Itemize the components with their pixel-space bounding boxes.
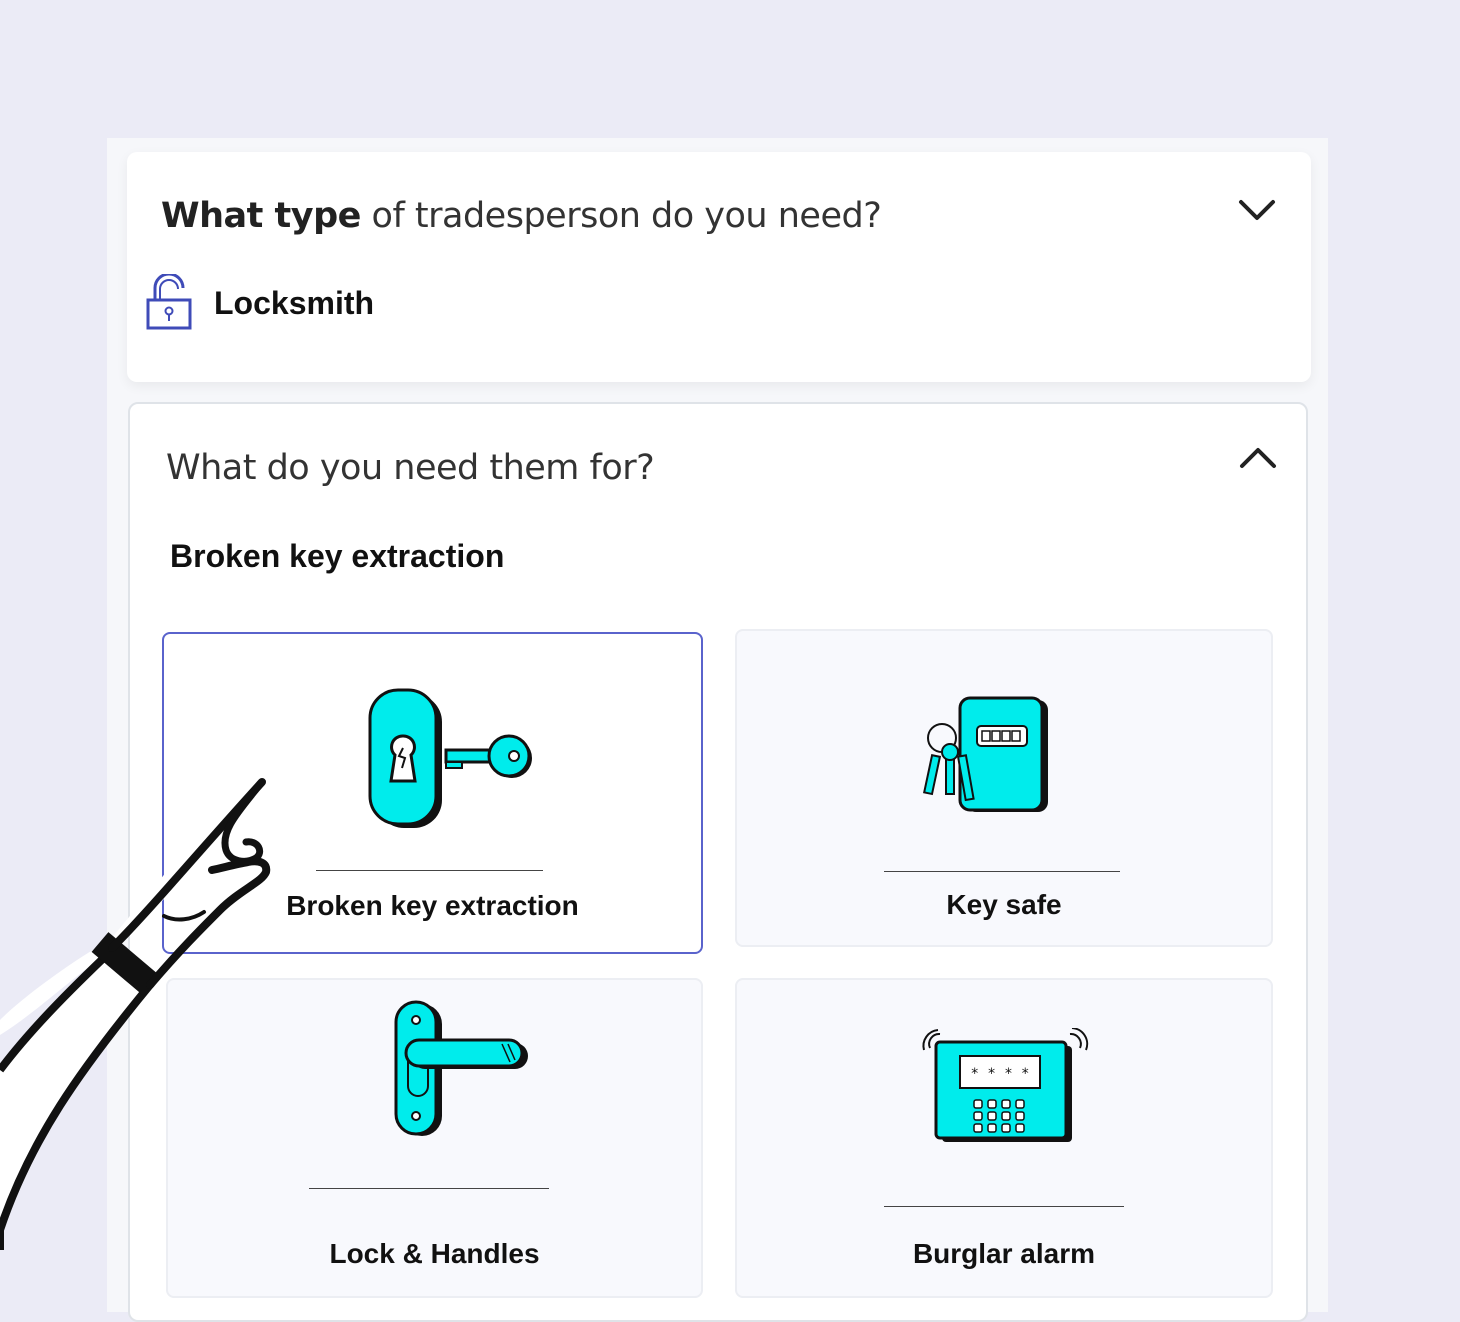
burglar-alarm-icon: * * * * xyxy=(922,1028,1089,1142)
selected-trade: Locksmith xyxy=(214,285,375,321)
tradesperson-question: What type of tradesperson do you need? xyxy=(161,196,882,236)
option-label: Lock & Handles xyxy=(329,1238,540,1269)
broken-key-icon xyxy=(368,688,532,828)
option-label: Key safe xyxy=(946,889,1062,920)
option-broken-key-extraction[interactable]: Broken key extraction xyxy=(162,632,703,954)
chevron-down-icon[interactable] xyxy=(1237,196,1277,226)
option-label: Broken key extraction xyxy=(286,890,579,921)
option-lock-and-handles[interactable]: Lock & Handles xyxy=(166,978,703,1298)
chevron-up-icon[interactable] xyxy=(1238,442,1278,472)
service-question: What do you need them for? xyxy=(166,448,655,488)
option-key-safe[interactable]: Key safe xyxy=(735,629,1273,947)
option-burglar-alarm[interactable]: * * * * Burglar alarm xyxy=(735,978,1273,1298)
key-safe-icon xyxy=(923,696,1048,812)
option-label: Burglar alarm xyxy=(912,1238,1096,1269)
svg-text:* * * *: * * * * xyxy=(970,1066,1029,1082)
tradesperson-type-card[interactable]: What type of tradesperson do you need? L… xyxy=(127,152,1311,382)
padlock-open-icon xyxy=(146,274,192,330)
selected-service: Broken key extraction xyxy=(170,538,505,574)
door-handle-icon xyxy=(394,1000,528,1136)
